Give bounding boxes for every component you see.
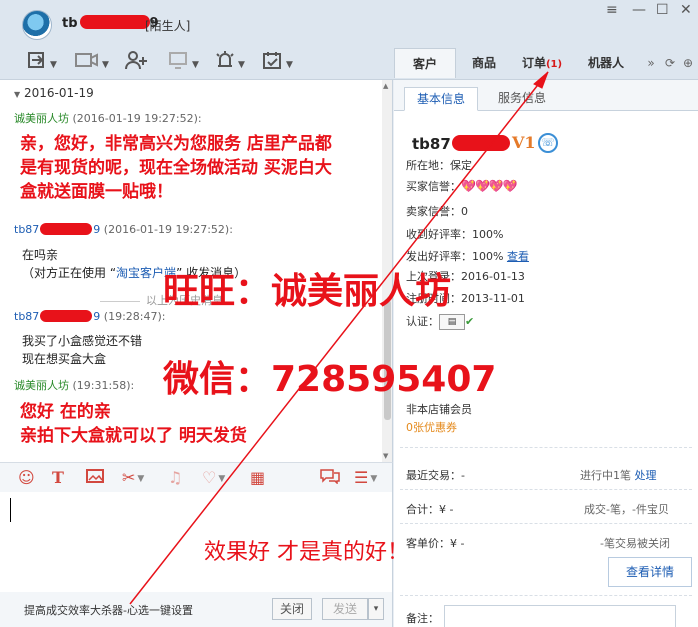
send-button[interactable]: 发送 <box>322 598 368 620</box>
location-row: 所在地：保定 <box>406 159 472 172</box>
relation-label: [陌生人] <box>145 19 191 33</box>
message-input[interactable] <box>0 492 393 592</box>
verified-icon: ✔ <box>465 315 475 328</box>
quick-reply-icon[interactable] <box>320 468 340 489</box>
received-rate-row: 收到好评率：100% <box>406 228 504 241</box>
title-bar: tb 9 [陌生人] ≡ — ☐ ✕ <box>0 0 698 44</box>
tab-customer[interactable]: 客户 <box>394 48 456 78</box>
scroll-up-icon[interactable]: ▲ <box>383 82 388 90</box>
tab-robot[interactable]: 机器人 <box>578 48 634 78</box>
seller-credit-row: 卖家信誉：0 <box>406 205 468 218</box>
view-details-button[interactable]: 查看详情 <box>608 557 692 587</box>
refresh-icon[interactable]: ⟳ <box>664 48 676 78</box>
redaction-mark <box>40 310 93 322</box>
id-card-icon: ▤ <box>439 314 465 330</box>
divider <box>400 489 692 490</box>
menu-icon[interactable]: ≡ <box>606 2 618 18</box>
alarm-icon[interactable]: ▼ <box>214 50 245 74</box>
customer-name: tb87 <box>412 135 510 153</box>
buyer-message: 我买了小盒感觉还不错 现在想买盒大盒 <box>22 334 143 366</box>
unit-price-label: 客单价：¥ - <box>406 537 465 550</box>
cert-row: 认证： ▤ ✔ <box>406 314 475 330</box>
tab-service-info[interactable]: 服务信息 <box>486 87 558 111</box>
image-icon[interactable] <box>86 468 104 489</box>
promo-tip[interactable]: 提高成交效率大杀器-心选一键设置 <box>24 602 193 618</box>
redaction-mark <box>79 15 150 29</box>
date-separator: ▼ 2016-01-19 <box>14 86 94 100</box>
minimize-button[interactable]: — <box>632 2 646 18</box>
history-record-icon[interactable]: ☰ ▼ <box>354 468 377 489</box>
shake-icon[interactable]: ♫ <box>168 468 182 488</box>
seller-message: 您好 在的亲 亲拍下大盒就可以了 明天发货 <box>20 402 247 446</box>
chat-history: ▼ 2016-01-19 诚美丽人坊 (2016-01-19 19:27:52)… <box>0 80 393 462</box>
input-toolbar: ☺ T ✂ ▼ ♫ ♡ ▼ ▦ ☰ ▼ <box>0 462 393 492</box>
heart-icon: 💖💖💖💖 <box>461 179 518 193</box>
given-rate-row: 发出好评率：100% 查看 <box>406 250 529 263</box>
font-icon[interactable]: T <box>52 468 64 488</box>
total-label: 合计：¥ - <box>406 503 454 516</box>
customer-tabs: 基本信息 服务信息 <box>394 85 698 111</box>
taobao-client-link[interactable]: 淘宝客户端 <box>116 266 176 280</box>
input-bottom-bar: 提高成交效率大杀器-心选一键设置 关闭 发送 ▾ <box>0 592 393 627</box>
more-tabs-icon[interactable]: » <box>644 48 658 78</box>
vip-badge: V1 <box>512 133 536 152</box>
tab-orders[interactable]: 订单(1) <box>514 48 570 78</box>
last-login-row: 上次登录：2016-01-13 <box>406 270 525 283</box>
chat-scrollbar[interactable]: ▲ ▼ <box>382 80 392 462</box>
order-count-badge: (1) <box>545 59 563 70</box>
message-header: tb87 9 (19:28:47): <box>14 310 166 323</box>
phone-icon[interactable]: ☏ <box>538 133 558 153</box>
tab-basic-info[interactable]: 基本信息 <box>404 87 479 111</box>
note-label: 备注： <box>406 612 439 625</box>
view-rate-link[interactable]: 查看 <box>507 250 529 263</box>
screenshot-icon[interactable]: ✂ ▼ <box>122 468 144 489</box>
message-header: tb87 9 (2016-01-19 19:27:52): <box>14 223 233 236</box>
text-caret <box>10 498 11 522</box>
transfer-icon[interactable]: ▼ <box>26 50 57 74</box>
close-button[interactable]: ✕ <box>680 2 692 18</box>
add-contact-icon[interactable] <box>124 50 148 74</box>
maximize-button[interactable]: ☐ <box>656 2 669 18</box>
basic-info: tb87 V1 ☏ 所在地：保定 买家信誉：💖💖💖💖 卖家信誉：0 收到好评率：… <box>394 111 698 627</box>
screen-share-icon[interactable]: ▼ <box>168 50 199 74</box>
total-summary: 成交-笔，-件宝贝 <box>584 503 669 516</box>
handle-link[interactable]: 处理 <box>635 469 657 482</box>
history-divider: 以上为历史消息 <box>100 292 223 308</box>
buyer-message: 在吗亲 （对方正在使用 “淘宝客户端” 收发消息） <box>22 248 247 280</box>
favorite-icon[interactable]: ♡ ▼ <box>202 468 225 489</box>
avatar[interactable] <box>22 10 52 40</box>
scroll-down-icon[interactable]: ▼ <box>383 452 388 460</box>
divider <box>400 595 692 596</box>
message-header: 诚美丽人坊 (2016-01-19 19:27:52): <box>14 112 202 125</box>
coupon-count[interactable]: 0张优惠券 <box>406 419 457 435</box>
video-icon[interactable]: ▼ <box>74 50 109 74</box>
register-row: 注册时间：2013-11-01 <box>406 292 525 305</box>
send-options-icon[interactable]: ▾ <box>368 598 384 620</box>
scroll-thumb[interactable] <box>384 300 391 420</box>
member-status: 非本店铺会员 <box>406 403 472 416</box>
close-chat-button[interactable]: 关闭 <box>272 598 312 620</box>
redaction-mark <box>40 223 93 235</box>
customer-panel: 基本信息 服务信息 tb87 V1 ☏ 所在地：保定 买家信誉：💖💖💖💖 卖家信… <box>394 80 698 627</box>
divider <box>400 447 692 448</box>
seller-message: 亲，您好，非常高兴为您服务 店里产品都 是有现货的呢，现在全场做活动 买泥白大 … <box>20 134 332 202</box>
calculator-icon[interactable]: ▦ <box>250 468 265 488</box>
recent-trade-label: 最近交易：- <box>406 469 465 482</box>
buyer-credit-row: 买家信誉：💖💖💖💖 <box>406 179 518 193</box>
note-input[interactable] <box>444 605 676 627</box>
add-icon[interactable]: ⊕ <box>682 48 694 78</box>
trade-in-progress: 进行中1笔 处理 <box>580 469 657 482</box>
closed-trades: -笔交易被关闭 <box>600 537 670 550</box>
calendar-check-icon[interactable]: ▼ <box>262 50 293 74</box>
message-header: 诚美丽人坊 (19:31:58): <box>14 379 135 392</box>
emoji-icon[interactable]: ☺ <box>18 468 35 488</box>
tab-products[interactable]: 商品 <box>458 48 510 78</box>
divider <box>400 523 692 524</box>
redaction-mark <box>451 135 510 151</box>
